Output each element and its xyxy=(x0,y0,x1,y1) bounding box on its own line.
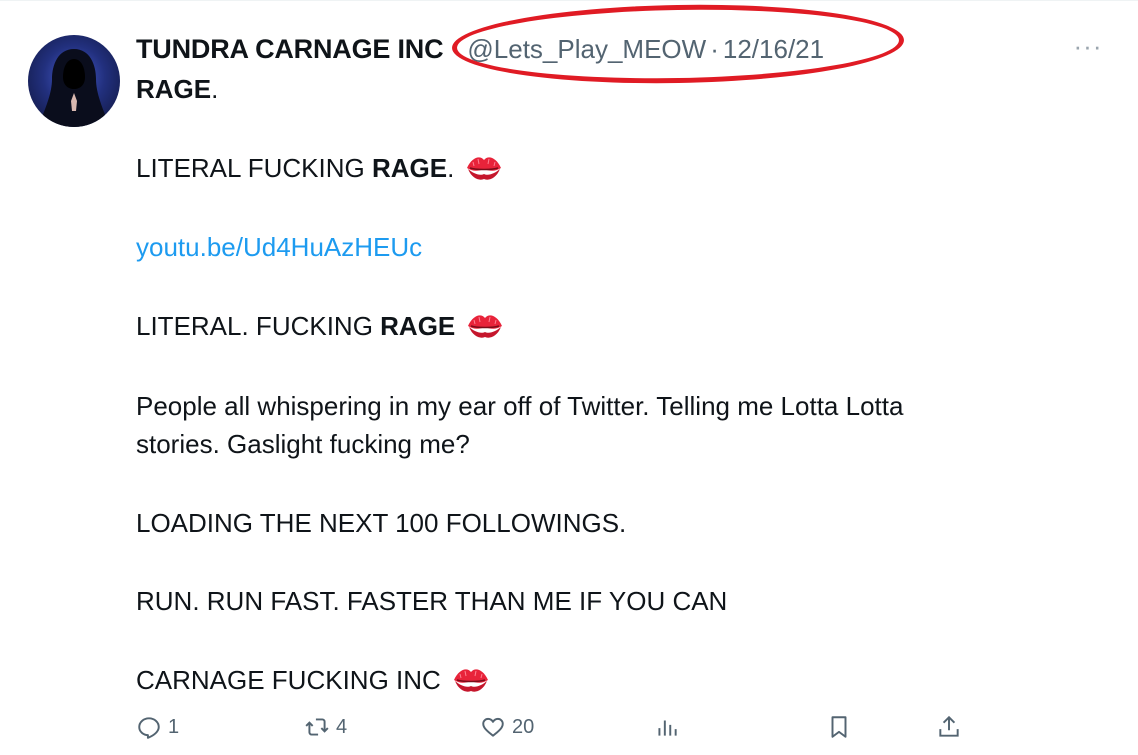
reply-icon xyxy=(138,717,160,739)
share-button[interactable] xyxy=(936,707,962,747)
text: LOADING THE NEXT 100 FOLLOWINGS. xyxy=(136,508,627,538)
more-icon: ··· xyxy=(1073,30,1103,61)
more-options-button[interactable]: ··· xyxy=(1068,31,1108,61)
bookmark-button[interactable] xyxy=(826,707,852,747)
text: People all whispering in my ear off of T… xyxy=(136,391,904,421)
avatar[interactable] xyxy=(28,35,120,127)
youtube-link[interactable]: youtu.be/Ud4HuAzHEUc xyxy=(136,232,422,262)
tweet-line-2: LITERAL FUCKING RAGE. xyxy=(136,149,504,187)
tweet-action-bar: 1 4 20 xyxy=(136,707,976,747)
tweet[interactable]: TUNDRA CARNAGE INC @Lets_Play_MEOW · 12/… xyxy=(0,0,1138,755)
reply-button[interactable]: 1 xyxy=(136,707,179,747)
views-button[interactable] xyxy=(654,707,680,747)
text: . xyxy=(447,153,455,183)
like-button[interactable]: 20 xyxy=(480,707,534,747)
tweet-line-5: LOADING THE NEXT 100 FOLLOWINGS. xyxy=(136,504,626,542)
user-handle[interactable]: @Lets_Play_MEOW xyxy=(467,34,706,65)
tweet-header: TUNDRA CARNAGE INC @Lets_Play_MEOW · 12/… xyxy=(136,29,1036,69)
views-icon xyxy=(658,720,677,736)
kiss-mark-icon xyxy=(464,152,504,182)
retweet-count: 4 xyxy=(336,715,348,738)
tweet-line-4a: People all whispering in my ear off of T… xyxy=(136,387,903,425)
tweet-line-3: LITERAL. FUCKING RAGE xyxy=(136,307,505,345)
share-icon xyxy=(939,715,959,737)
kiss-mark-icon xyxy=(465,310,505,340)
bold-text: RAGE xyxy=(371,153,448,183)
kiss-mark-icon xyxy=(451,664,491,694)
bookmark-icon xyxy=(831,716,847,738)
tweet-line-6: RUN. RUN FAST. FASTER THAN ME IF YOU CAN xyxy=(136,582,727,620)
bold-text: RAGE xyxy=(136,74,212,104)
text: LITERAL. FUCKING xyxy=(136,311,381,341)
tweet-line-7: CARNAGE FUCKING INC xyxy=(136,661,491,699)
retweet-button[interactable]: 4 xyxy=(304,707,347,747)
text: CARNAGE FUCKING INC xyxy=(136,665,441,695)
tweet-line-1: RAGE. xyxy=(136,70,218,108)
tweet-line-link: youtu.be/Ud4HuAzHEUc xyxy=(136,228,422,266)
tweet-line-4b: stories. Gaslight fucking me? xyxy=(136,425,470,463)
reply-count: 1 xyxy=(168,715,180,738)
tweet-date[interactable]: 12/16/21 xyxy=(723,34,824,65)
bold-text: RAGE xyxy=(380,311,456,341)
text: LITERAL FUCKING xyxy=(136,153,372,183)
hooded-figure-avatar-image xyxy=(38,49,110,127)
like-count: 20 xyxy=(512,715,535,738)
display-name[interactable]: TUNDRA CARNAGE INC xyxy=(136,34,444,65)
retweet-icon xyxy=(305,718,329,736)
text: stories. Gaslight fucking me? xyxy=(136,429,470,459)
separator-dot: · xyxy=(710,33,719,64)
heart-icon xyxy=(482,717,504,737)
text: RUN. RUN FAST. FASTER THAN ME IF YOU CAN xyxy=(136,586,728,616)
text: . xyxy=(211,74,219,104)
